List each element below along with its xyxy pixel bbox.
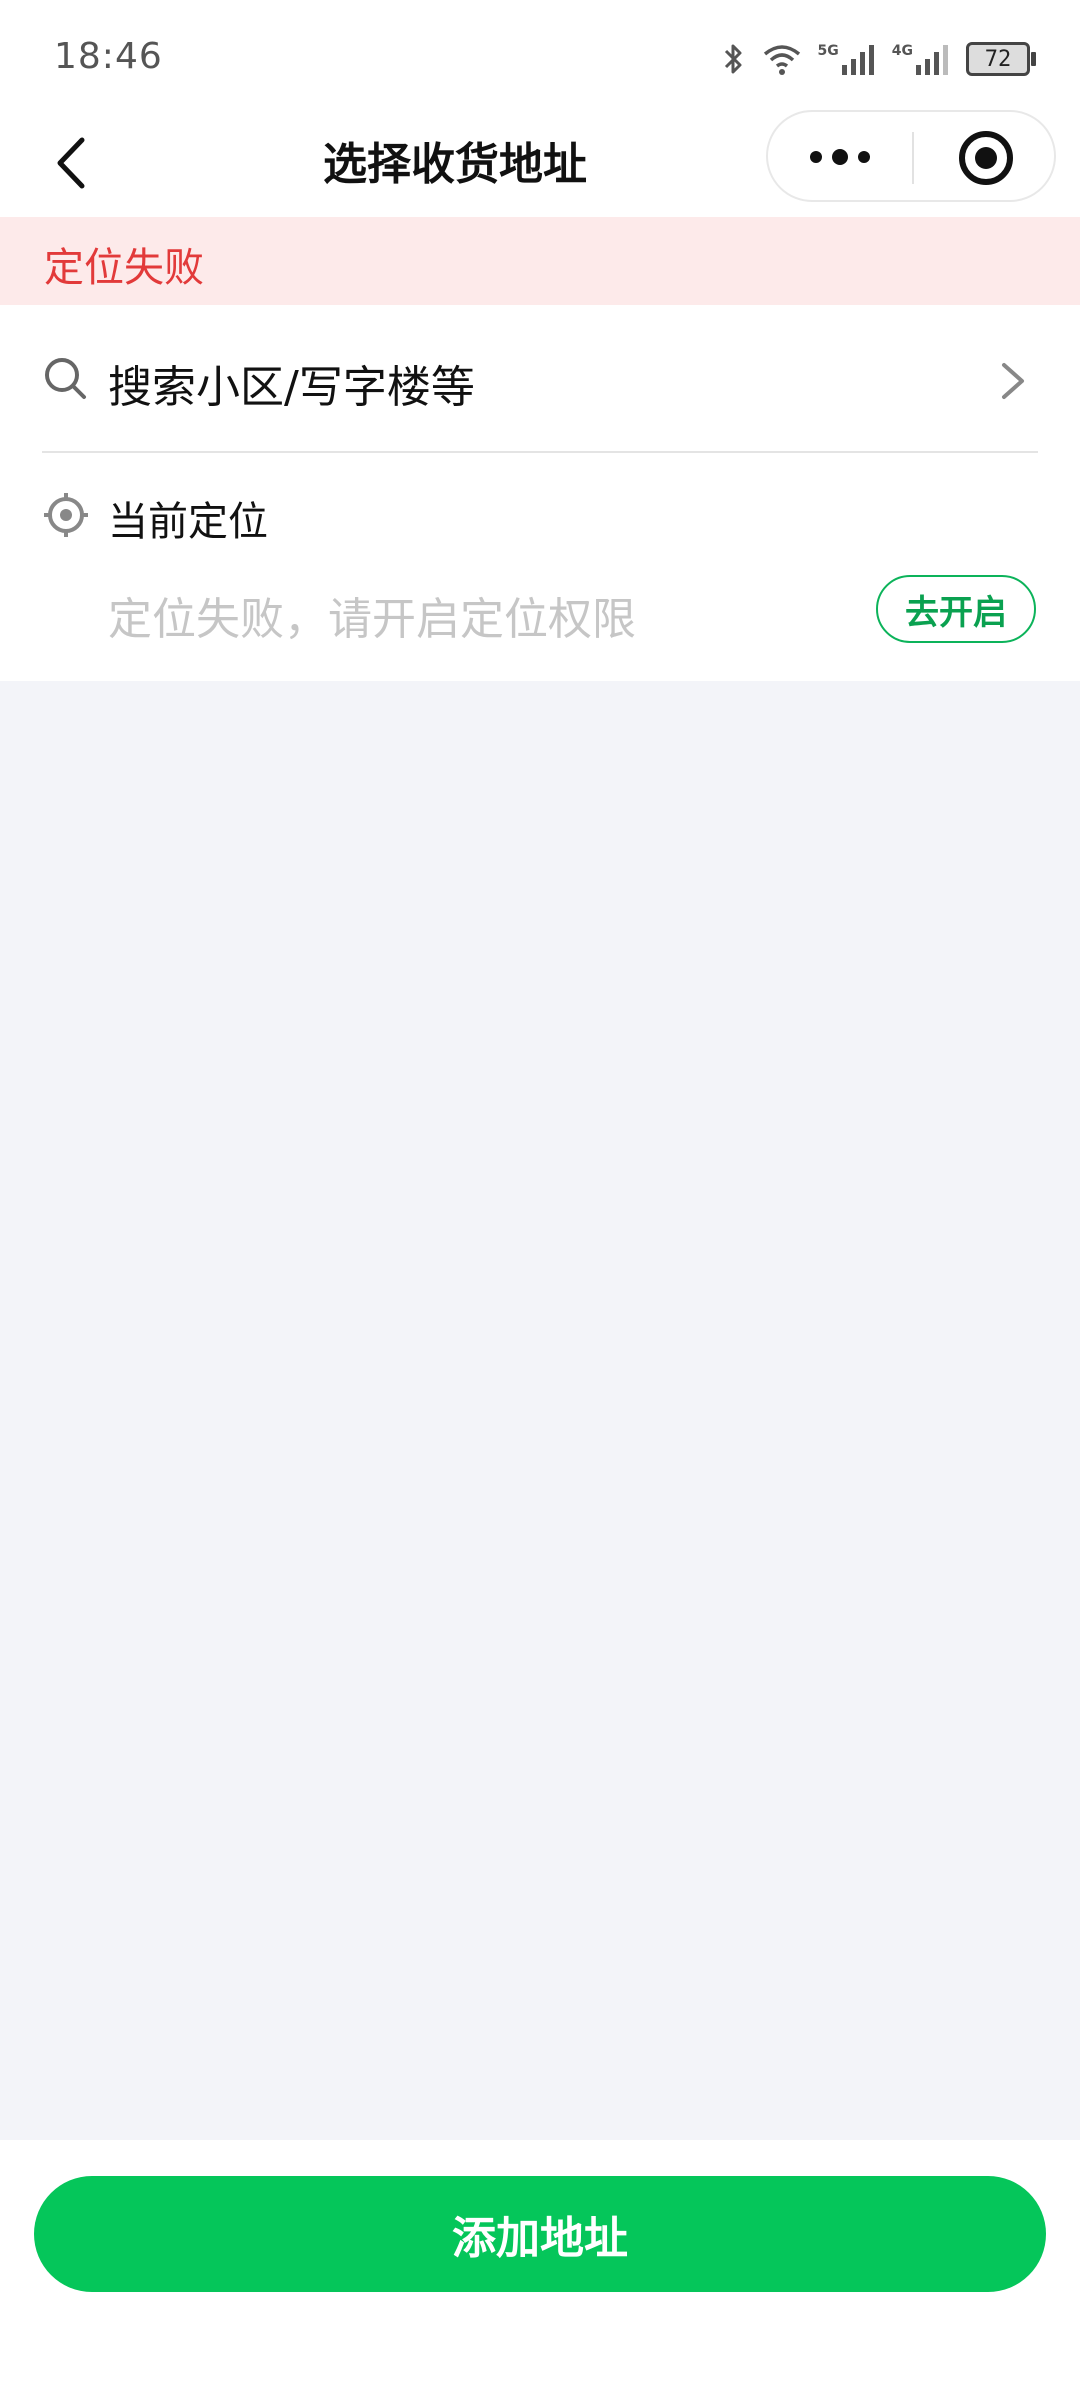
current-location-section: 当前定位 定位失败，请开启定位权限 去开启 bbox=[0, 453, 1080, 681]
signal-5g: 5G bbox=[818, 43, 876, 75]
mini-program-capsule bbox=[766, 110, 1056, 202]
enable-location-button[interactable]: 去开启 bbox=[876, 575, 1036, 643]
bottom-bar: 添加地址 bbox=[0, 2140, 1080, 2388]
battery-level: 72 bbox=[984, 46, 1012, 72]
current-location-title: 当前定位 bbox=[108, 499, 268, 545]
network-label-2: 4G bbox=[891, 43, 913, 59]
status-icons: 5G 4G 72 bbox=[722, 38, 1036, 80]
search-row[interactable]: 搜索小区/写字楼等 bbox=[0, 305, 1080, 453]
chevron-right-icon bbox=[1002, 363, 1024, 399]
search-icon bbox=[45, 358, 86, 399]
target-icon[interactable] bbox=[958, 130, 1014, 186]
add-address-button[interactable]: 添加地址 bbox=[34, 2176, 1046, 2292]
locate-icon bbox=[44, 493, 88, 537]
search-placeholder: 搜索小区/写字楼等 bbox=[108, 362, 475, 413]
signal-4g: 4G bbox=[892, 43, 950, 75]
alert-text: 定位失败 bbox=[44, 245, 204, 291]
status-bar: 18:46 5G 4G 72 bbox=[0, 0, 1080, 110]
signal-bars-icon bbox=[916, 45, 948, 75]
signal-bars-icon bbox=[841, 45, 874, 75]
capsule-divider bbox=[912, 132, 914, 184]
wifi-icon bbox=[763, 45, 800, 75]
location-failed-banner: 定位失败 bbox=[0, 217, 1080, 305]
location-error-message: 定位失败，请开启定位权限 bbox=[108, 594, 636, 645]
battery-icon: 72 bbox=[966, 42, 1036, 76]
status-time: 18:46 bbox=[54, 36, 163, 77]
more-icon[interactable] bbox=[808, 142, 872, 172]
bluetooth-icon bbox=[724, 44, 742, 74]
network-label-1: 5G bbox=[817, 43, 839, 59]
title-bar: 选择收货地址 bbox=[0, 110, 1080, 217]
